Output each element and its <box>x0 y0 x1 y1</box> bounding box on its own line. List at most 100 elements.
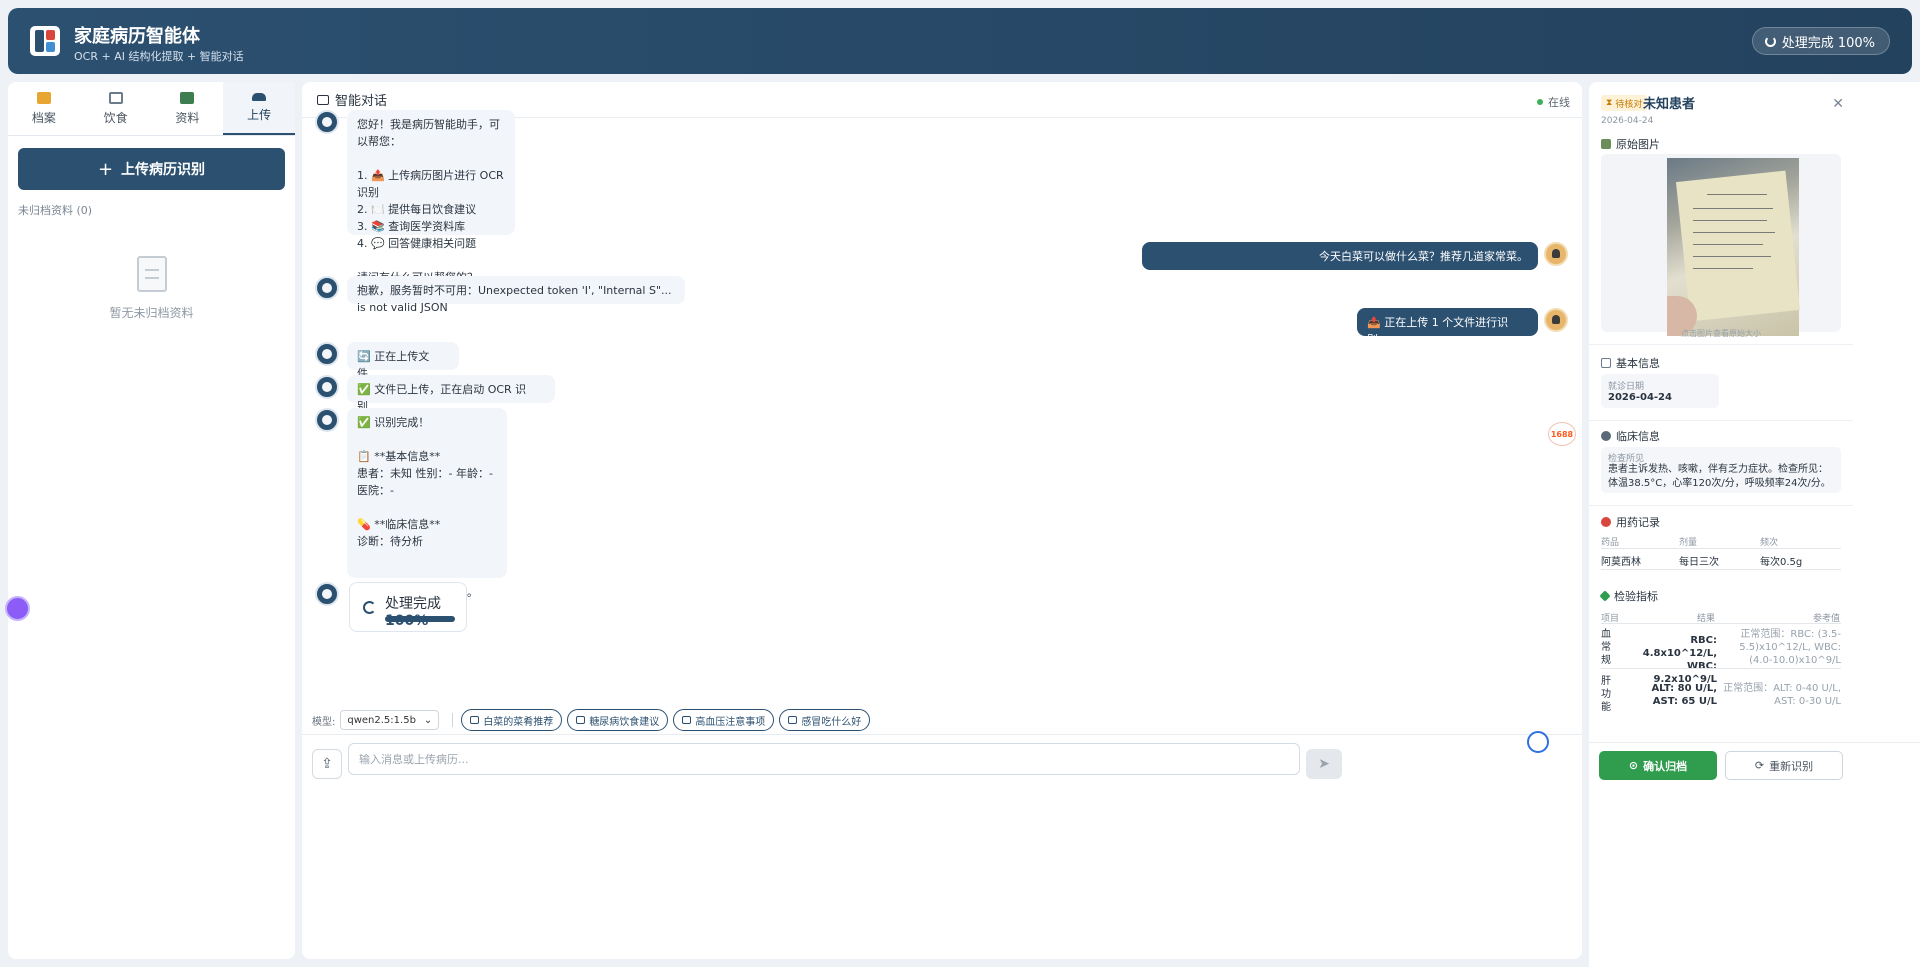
text-line <box>1693 244 1763 245</box>
user-message: 今天白菜可以做什么菜？推荐几道家常菜。 <box>1142 242 1538 270</box>
chip-label: 高血压注意事项 <box>695 716 766 728</box>
bot-message: 您好！我是病历智能助手，可以帮您： 1. 📤 上传病历图片进行 OCR 识别 2… <box>347 110 515 284</box>
divider <box>1589 344 1853 345</box>
lab-section-title: 检验指标 <box>1599 588 1658 604</box>
loading-icon <box>363 601 376 614</box>
section-label: 临床信息 <box>1616 430 1660 443</box>
chat-icon <box>682 716 692 724</box>
close-icon[interactable]: ✕ <box>1832 96 1844 112</box>
original-image[interactable] <box>1601 154 1841 336</box>
divider <box>1589 505 1853 506</box>
chat-icon <box>576 716 586 724</box>
table-header: 药品 <box>1601 538 1620 548</box>
user-message: 📤 正在上传 1 个文件进行识别... <box>1357 308 1538 346</box>
table-cell: 血常规 <box>1601 629 1611 666</box>
divider <box>1601 569 1841 570</box>
upload-icon: ⇪ <box>321 756 333 772</box>
chat-icon <box>317 94 329 105</box>
table-cell: 阿莫西林 <box>1601 557 1641 568</box>
section-label: 用药记录 <box>1616 516 1660 529</box>
online-dot-icon <box>1537 99 1543 105</box>
tab-library[interactable]: 资料 <box>152 82 224 135</box>
float-label: 1688 <box>1550 429 1574 439</box>
send-icon: ➤ <box>1318 756 1330 772</box>
bot-avatar <box>315 342 339 366</box>
button-label: 重新识别 <box>1769 759 1814 773</box>
empty-state: 暂无未归档资料 <box>8 256 295 321</box>
floating-1688-icon[interactable]: 1688 <box>1548 422 1576 446</box>
quick-chip[interactable]: 高血压注意事项 <box>673 709 775 731</box>
send-button[interactable]: ➤ <box>1306 749 1342 779</box>
table-header: 频次 <box>1760 538 1779 548</box>
detail-footer: ⊙ 确认归档 ⟳ 重新识别 <box>1589 742 1920 790</box>
table-cell: 每次0.5g <box>1760 557 1803 568</box>
bot-message: 抱歉，服务暂时不可用：Unexpected token 'I', "Intern… <box>347 276 685 314</box>
chip-label: 感冒吃什么好 <box>801 716 862 728</box>
bot-message: ✅ 识别完成！ 📋 **基本信息** 患者：未知 性别：- 年龄：- 医院：- … <box>347 408 507 599</box>
badge-text: 待核对 <box>1615 99 1643 110</box>
confirm-archive-button[interactable]: ⊙ 确认归档 <box>1599 751 1717 780</box>
app-logo-icon <box>30 26 60 56</box>
text-line <box>1693 256 1771 257</box>
folder-icon <box>36 91 51 104</box>
exam-card: 检查所见 患者主诉发热、咳嗽，伴有乏力症状。检查所见：体温38.5°C，心率12… <box>1601 447 1841 493</box>
basic-section-title: 基本信息 <box>1601 355 1660 371</box>
quick-chip[interactable]: 感冒吃什么好 <box>779 709 871 731</box>
exam-text: 患者主诉发热、咳嗽，伴有乏力症状。检查所见：体温38.5°C，心率120次/分，… <box>1608 464 1831 489</box>
input-row: ⇪ ➤ <box>302 734 1582 792</box>
upload-button-label: 上传病历识别 <box>121 162 206 178</box>
text-line <box>1707 194 1767 195</box>
floating-helper-icon[interactable] <box>1527 731 1549 753</box>
upload-record-button[interactable]: + 上传病历识别 <box>18 148 285 190</box>
re-recognize-button[interactable]: ⟳ 重新识别 <box>1725 751 1843 780</box>
user-avatar <box>1544 242 1568 266</box>
tab-diet[interactable]: 饮食 <box>80 82 152 135</box>
record-photo <box>1667 158 1801 336</box>
tab-archive[interactable]: 档案 <box>8 82 80 135</box>
divider <box>1601 623 1841 624</box>
pill-icon <box>1601 431 1611 441</box>
patient-name: 未知患者 <box>1643 97 1696 112</box>
upload-file-button[interactable]: ⇪ <box>312 749 342 779</box>
quick-chip[interactable]: 白菜的菜肴推荐 <box>461 709 563 731</box>
chat-icon <box>470 716 480 724</box>
divider <box>1601 548 1841 549</box>
text-line <box>1693 208 1773 209</box>
toolbar-row: 模型: qwen2.5:1.5b ⌄ 白菜的菜肴推荐 糖尿病饮食建议 高血压注意… <box>312 709 871 731</box>
image-hint: 点击图片查看原始大小 <box>1681 329 1761 338</box>
food-icon <box>108 91 123 104</box>
left-sidebar: 档案 饮食 资料 上传 + 上传病历识别 未归档资料 (0) 暂无未归档资料 <box>8 82 295 959</box>
unarchived-label: 未归档资料 (0) <box>18 204 93 217</box>
empty-text: 暂无未归档资料 <box>109 306 194 320</box>
tab-upload[interactable]: 上传 <box>223 82 295 135</box>
chat-panel: 智能对话 在线 您好！我是病历智能助手，可以帮您： 1. 📤 上传病历图片进行 … <box>302 82 1582 959</box>
capsule-icon <box>1601 517 1611 527</box>
progress-bar <box>385 616 455 622</box>
visit-date-label: 就诊日期 <box>1608 382 1645 392</box>
model-label: 模型: <box>312 716 336 728</box>
floating-notes-icon[interactable] <box>5 596 30 621</box>
text-line <box>1693 220 1767 221</box>
table-cell: 正常范围：ALT: 0-40 U/L, AST: 0-30 U/L <box>1723 683 1841 707</box>
online-indicator: 在线 <box>1537 94 1570 110</box>
text-line <box>1693 268 1753 269</box>
app-subtitle: OCR + AI 结构化提取 + 智能对话 <box>74 50 244 63</box>
section-label: 基本信息 <box>1616 357 1660 370</box>
chip-label: 糖尿病饮食建议 <box>589 716 660 728</box>
image-icon <box>1601 139 1611 149</box>
record-detail-panel: ⧗ 待核对 未知患者 2026-04-24 ✕ 原始图片 点击图片查看原始大小 基… <box>1589 82 1920 967</box>
table-cell: 肝功能 <box>1601 676 1611 713</box>
progress-fill <box>385 616 455 622</box>
bot-avatar <box>315 375 339 399</box>
document-icon <box>136 256 167 292</box>
sidebar-tabs: 档案 饮食 资料 上传 <box>8 82 295 136</box>
loading-icon <box>1764 35 1776 47</box>
table-cell: ALT: 80 U/L, AST: 65 U/L <box>1651 683 1717 707</box>
divider <box>452 713 454 727</box>
bot-message: ✅ 文件已上传，正在启动 OCR 识别... <box>347 375 555 413</box>
tab-label: 档案 <box>31 110 56 125</box>
model-select[interactable]: qwen2.5:1.5b ⌄ <box>340 710 440 730</box>
clipboard-icon <box>1601 358 1611 368</box>
quick-chip[interactable]: 糖尿病饮食建议 <box>567 709 669 731</box>
message-input[interactable] <box>348 743 1300 775</box>
